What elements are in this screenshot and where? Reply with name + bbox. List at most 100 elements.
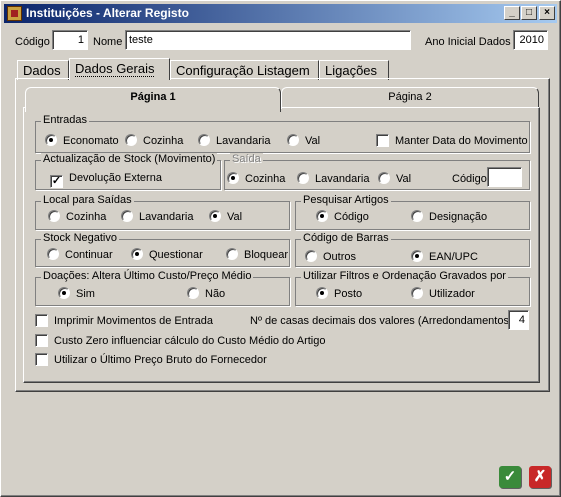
subtab-pagina-1[interactable]: Página 1 [25, 87, 281, 112]
tab-dados-gerais[interactable]: Dados Gerais [69, 58, 170, 80]
saida-option-lavandaria[interactable]: Lavandaria [297, 172, 369, 186]
subtab-pagina-1-label: Página 1 [130, 91, 176, 103]
saida-option-cozinha[interactable]: Cozinha [227, 172, 285, 186]
casas-decimais-field[interactable]: 4 [508, 310, 529, 330]
close-button[interactable]: × [539, 6, 555, 20]
stock-negativo-option-continuar[interactable]: Continuar [47, 248, 113, 262]
saida-option-val[interactable]: Val [378, 172, 411, 186]
radio-icon [316, 210, 328, 222]
doacoes-title: Doações: Altera Último Custo/Preço Médio [41, 270, 254, 282]
ultimo-preco-checkbox[interactable]: Utilizar o Último Preço Bruto do Fornece… [35, 353, 267, 367]
entradas-title: Entradas [41, 114, 90, 126]
radio-icon [411, 287, 423, 299]
option-label: Sim [76, 288, 95, 300]
stock-negativo-option-questionar[interactable]: Questionar [131, 248, 203, 262]
option-label: Continuar [65, 249, 113, 261]
codigo-barras-option-outros[interactable]: Outros [305, 250, 356, 264]
option-label: Val [227, 211, 243, 223]
check-icon: ✓ [503, 468, 517, 485]
entradas-option-economato[interactable]: Economato [45, 134, 119, 148]
nome-field[interactable]: teste [125, 30, 411, 50]
codigo-field[interactable]: 1 [52, 30, 88, 50]
saida-codigo-field[interactable] [487, 167, 522, 187]
nome-label: Nome [93, 36, 123, 48]
option-label: Posto [334, 288, 363, 300]
checkbox-label: Custo Zero influenciar cálculo do Custo … [54, 335, 326, 347]
ano-inicial-field[interactable]: 2010 [513, 30, 548, 50]
checkbox-label: Imprimir Movimentos de Entrada [54, 315, 213, 327]
option-label: Cozinha [143, 135, 184, 147]
radio-icon [125, 134, 137, 146]
doacoes-option-sim[interactable]: Sim [58, 287, 95, 301]
entradas-option-val[interactable]: Val [287, 134, 320, 148]
cancel-button[interactable]: ✗ [529, 466, 551, 488]
imprimir-movimentos-checkbox[interactable]: Imprimir Movimentos de Entrada [35, 314, 213, 328]
option-label: Questionar [149, 249, 203, 261]
local-saidas-option-val[interactable]: Val [209, 210, 242, 224]
checkbox-icon [376, 134, 389, 147]
radio-icon [187, 287, 199, 299]
radio-icon [58, 287, 70, 299]
filtros-title: Utilizar Filtros e Ordenação Gravados po… [301, 270, 508, 282]
casas-decimais-label: Nº de casas decimais dos valores (Arredo… [250, 315, 513, 327]
saida-title: Saída [230, 153, 263, 165]
ok-button[interactable]: ✓ [499, 466, 521, 488]
doacoes-option-nao[interactable]: Não [187, 287, 225, 301]
tab-configuracao-listagem[interactable]: Configuração Listagem [170, 60, 319, 80]
radio-icon [378, 172, 390, 184]
option-label: Cozinha [66, 211, 107, 223]
checkbox-label: Devolução Externa [69, 172, 162, 184]
tab-ligacoes[interactable]: Ligações [319, 60, 389, 80]
actualizacao-stock-title: Actualização de Stock (Movimento) [41, 153, 218, 165]
codigo-barras-option-ean-upc[interactable]: EAN/UPC [411, 250, 478, 264]
pesquisar-option-designacao[interactable]: Designação [411, 210, 487, 224]
entradas-option-lavandaria[interactable]: Lavandaria [198, 134, 270, 148]
option-label: Outros [323, 251, 357, 263]
check-mark-icon: ✓ [50, 175, 63, 188]
radio-icon [411, 210, 423, 222]
filtros-option-utilizador[interactable]: Utilizador [411, 287, 475, 301]
pesquisar-artigos-title: Pesquisar Artigos [301, 194, 391, 206]
tab-dados[interactable]: Dados [17, 60, 69, 80]
devolucao-externa-checkbox[interactable]: ✓ Devolução Externa [50, 172, 162, 188]
filtros-option-posto[interactable]: Posto [316, 287, 362, 301]
radio-icon [316, 287, 328, 299]
option-label: Bloquear [244, 249, 289, 261]
stock-negativo-title: Stock Negativo [41, 232, 119, 244]
tab-dados-label: Dados [23, 63, 61, 78]
tab-dados-gerais-label: Dados Gerais [75, 61, 155, 77]
title-bar[interactable]: Instituições - Alterar Registo _ □ × [4, 4, 557, 23]
checkbox-icon [35, 353, 48, 366]
radio-icon [45, 134, 57, 146]
radio-icon [198, 134, 210, 146]
tab-ligacoes-label: Ligações [325, 63, 378, 78]
local-saidas-option-cozinha[interactable]: Cozinha [48, 210, 106, 224]
option-label: Val [396, 173, 412, 185]
minimize-button[interactable]: _ [504, 6, 520, 20]
radio-icon [47, 248, 59, 260]
subtab-pagina-2[interactable]: Página 2 [281, 87, 539, 109]
local-saidas-option-lavandaria[interactable]: Lavandaria [121, 210, 193, 224]
checkbox-label: Manter Data do Movimento [395, 135, 528, 147]
checkbox-icon [35, 334, 48, 347]
maximize-button[interactable]: □ [521, 6, 537, 20]
option-label: Código [334, 211, 369, 223]
option-label: Não [205, 288, 226, 300]
option-label: Designação [429, 211, 488, 223]
app-icon [7, 6, 22, 21]
local-saidas-title: Local para Saídas [41, 194, 134, 206]
custo-zero-checkbox[interactable]: Custo Zero influenciar cálculo do Custo … [35, 334, 325, 348]
manter-data-checkbox[interactable]: Manter Data do Movimento [376, 134, 528, 148]
radio-icon [48, 210, 60, 222]
pesquisar-option-codigo[interactable]: Código [316, 210, 369, 224]
codigo-label: Código [15, 36, 50, 48]
tab-configuracao-listagem-label: Configuração Listagem [176, 63, 310, 78]
option-label: Utilizador [429, 288, 475, 300]
stock-negativo-option-bloquear[interactable]: Bloquear [226, 248, 288, 262]
option-label: EAN/UPC [429, 251, 478, 263]
radio-icon [226, 248, 238, 260]
entradas-option-cozinha[interactable]: Cozinha [125, 134, 183, 148]
option-label: Cozinha [245, 173, 286, 185]
radio-icon [209, 210, 221, 222]
close-icon: ✗ [533, 468, 547, 485]
